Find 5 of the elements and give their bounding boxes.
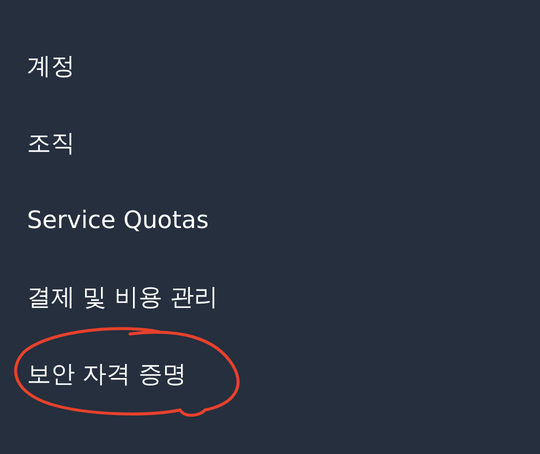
menu-item[interactable]: 계정: [27, 46, 75, 86]
menu-item[interactable]: 결제 및 비용 관리: [27, 277, 218, 317]
menu-item[interactable]: 보안 자격 증명: [27, 354, 186, 394]
menu-item[interactable]: 조직: [27, 123, 75, 163]
menu-item[interactable]: Service Quotas: [27, 200, 209, 240]
